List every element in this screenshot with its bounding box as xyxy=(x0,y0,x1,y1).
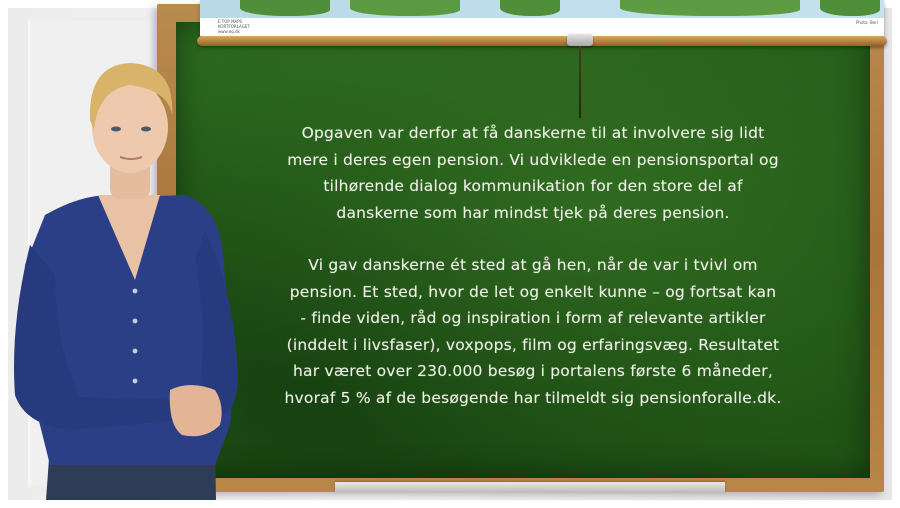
map-illustration xyxy=(200,0,884,18)
case-paragraph-1: Opgaven var derfor at få danskerne til a… xyxy=(287,124,779,222)
map-caption: E TOP MAPS KORTFORLAGET www.eq.dk Fra ko… xyxy=(218,19,250,34)
clasped-hands xyxy=(169,385,222,437)
case-paragraph-2: Vi gav danskerne ét sted at gå hen, når … xyxy=(284,256,782,407)
presenter-illustration xyxy=(14,63,238,500)
map-roller-rod xyxy=(197,36,887,46)
chalk-ledge xyxy=(335,482,725,492)
pull-down-map: E TOP MAPS KORTFORLAGET www.eq.dk Fra ko… xyxy=(200,0,884,36)
chalkboard-text: Opgaven var derfor at få danskerne til a… xyxy=(248,120,818,437)
map-pull-cord xyxy=(579,46,581,118)
map-pull-handle[interactable] xyxy=(567,34,593,46)
map-credit: Photo: Beri xyxy=(856,20,878,25)
